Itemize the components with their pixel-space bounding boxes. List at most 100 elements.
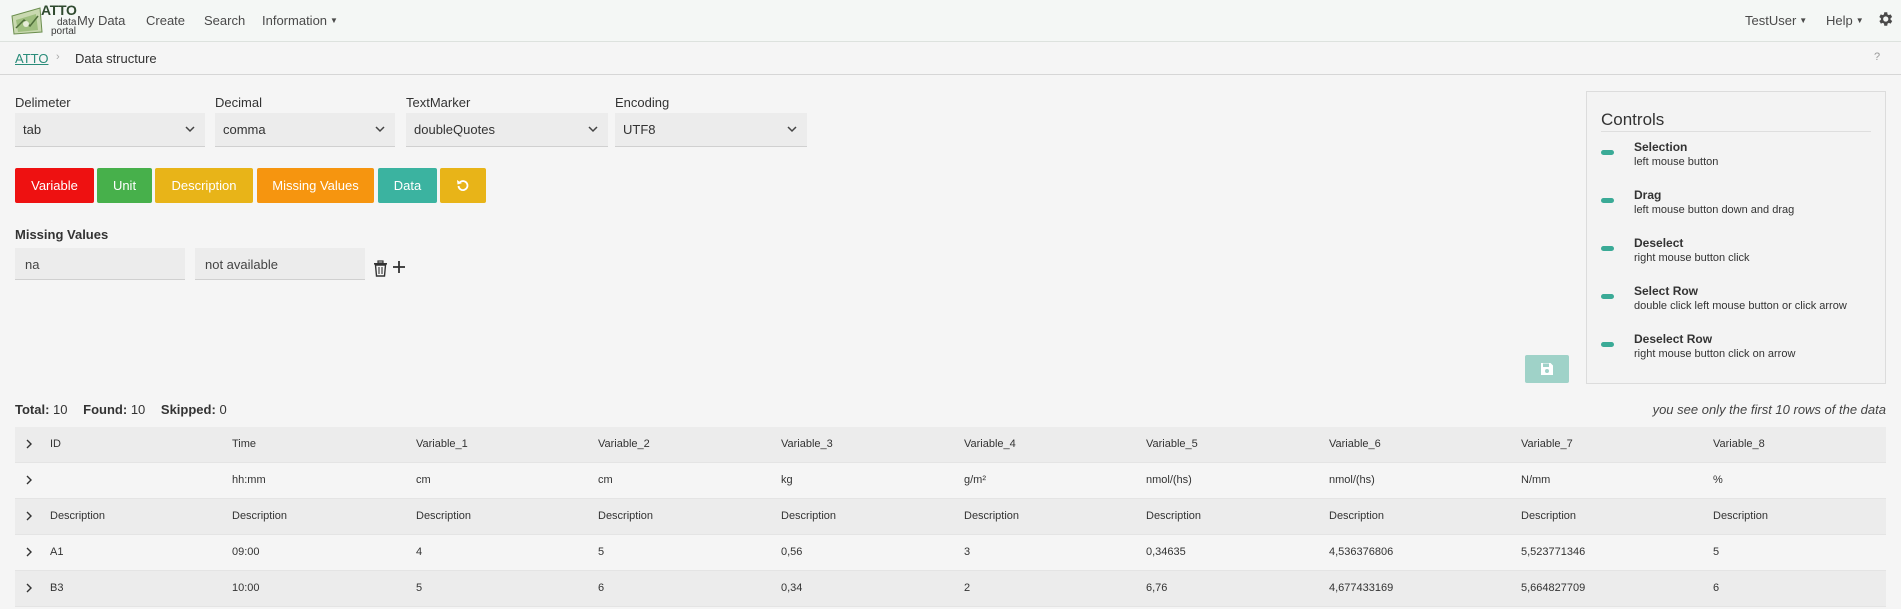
table-cell[interactable]: Variable_4 <box>964 438 1016 450</box>
breadcrumb-root-link[interactable]: ATTO <box>15 51 48 66</box>
table-cell[interactable]: 5 <box>416 582 422 594</box>
table-cell[interactable]: Description <box>598 510 653 522</box>
table-cell[interactable]: 6 <box>598 582 604 594</box>
table-row[interactable]: B3 10:00 5 6 0,34 2 6,76 4,677433169 5,6… <box>15 571 1886 607</box>
breadcrumb-current: Data structure <box>75 51 157 66</box>
chevron-right-icon[interactable] <box>25 475 33 485</box>
table-cell[interactable]: % <box>1713 474 1723 486</box>
missing-value-code-input[interactable]: na <box>15 248 185 280</box>
save-button[interactable] <box>1525 355 1569 383</box>
missing-value-description-input[interactable]: not available <box>195 248 365 280</box>
table-cell[interactable]: 0,34 <box>781 582 802 594</box>
table-cell[interactable]: Description <box>1713 510 1768 522</box>
table-cell[interactable]: ID <box>50 438 61 450</box>
nav-information-label: Information <box>262 13 328 28</box>
table-cell[interactable]: Description <box>1329 510 1384 522</box>
table-cell[interactable]: 6 <box>1713 582 1719 594</box>
variable-button[interactable]: Variable <box>15 168 94 203</box>
chevron-right-icon[interactable] <box>25 583 33 593</box>
toggle-indicator-icon <box>1601 150 1614 155</box>
description-button[interactable]: Description <box>155 168 253 203</box>
table-cell[interactable]: Description <box>1146 510 1201 522</box>
total-label: Total: <box>15 402 50 417</box>
chevron-right-icon[interactable] <box>25 547 33 557</box>
table-cell[interactable]: Description <box>1521 510 1576 522</box>
table-cell[interactable]: Variable_1 <box>416 438 468 450</box>
table-cell[interactable]: 5 <box>1713 546 1719 558</box>
chevron-down-icon <box>185 126 195 133</box>
table-cell[interactable]: Description <box>964 510 1019 522</box>
nav-help-menu[interactable]: Help ▼ <box>1826 13 1864 28</box>
table-cell[interactable]: cm <box>598 474 613 486</box>
table-row[interactable]: Description Description Description Desc… <box>15 499 1886 535</box>
found-value: 10 <box>130 402 146 417</box>
table-cell[interactable]: Variable_3 <box>781 438 833 450</box>
table-cell[interactable]: 5,664827709 <box>1521 582 1585 594</box>
table-cell[interactable]: Variable_6 <box>1329 438 1381 450</box>
plus-icon[interactable] <box>391 259 407 275</box>
table-cell[interactable]: nmol/(hs) <box>1329 474 1375 486</box>
table-cell[interactable]: Variable_2 <box>598 438 650 450</box>
found-label: Found: <box>83 402 128 417</box>
encoding-value: UTF8 <box>623 122 656 137</box>
nav-user-menu[interactable]: TestUser ▼ <box>1745 13 1807 28</box>
table-cell[interactable]: cm <box>416 474 431 486</box>
table-cell[interactable]: Time <box>232 438 256 450</box>
table-cell[interactable]: hh:mm <box>232 474 266 486</box>
table-cell[interactable]: B3 <box>50 582 63 594</box>
table-cell[interactable]: 4 <box>416 546 422 558</box>
table-cell[interactable]: Variable_8 <box>1713 438 1765 450</box>
help-button[interactable]: ? <box>1874 51 1880 63</box>
textmarker-select[interactable]: doubleQuotes <box>406 113 608 147</box>
chevron-down-icon <box>588 126 598 133</box>
table-cell[interactable]: 5 <box>598 546 604 558</box>
table-row[interactable]: A1 09:00 4 5 0,56 3 0,34635 4,536376806 … <box>15 535 1886 571</box>
table-cell[interactable]: 0,56 <box>781 546 802 558</box>
nav-create[interactable]: Create <box>146 13 185 28</box>
table-cell[interactable]: 4,536376806 <box>1329 546 1393 558</box>
table-cell[interactable]: 4,677433169 <box>1329 582 1393 594</box>
chevron-right-icon[interactable] <box>25 511 33 521</box>
nav-my-data[interactable]: My Data <box>77 13 125 28</box>
table-cell[interactable]: 09:00 <box>232 546 260 558</box>
table-cell[interactable]: Variable_7 <box>1521 438 1573 450</box>
table-cell[interactable]: 5,523771346 <box>1521 546 1585 558</box>
textmarker-value: doubleQuotes <box>414 122 495 137</box>
table-cell[interactable]: kg <box>781 474 793 486</box>
table-cell[interactable]: 0,34635 <box>1146 546 1186 558</box>
gear-icon[interactable] <box>1876 10 1894 28</box>
atto-logo[interactable]: ATTO data portal <box>10 2 77 38</box>
chevron-right-icon[interactable] <box>25 439 33 449</box>
encoding-select[interactable]: UTF8 <box>615 113 807 147</box>
data-button[interactable]: Data <box>378 168 437 203</box>
nav-search[interactable]: Search <box>204 13 245 28</box>
table-cell[interactable]: A1 <box>50 546 63 558</box>
parse-stats: Total: 10 Found: 10 Skipped: 0 <box>15 402 227 417</box>
missing-values-button[interactable]: Missing Values <box>257 168 374 203</box>
trash-icon[interactable] <box>373 260 388 277</box>
control-name: Deselect Row <box>1634 332 1713 346</box>
table-cell[interactable]: 3 <box>964 546 970 558</box>
table-cell[interactable]: nmol/(hs) <box>1146 474 1192 486</box>
control-name: Drag <box>1634 188 1662 202</box>
table-cell[interactable]: Description <box>232 510 287 522</box>
table-cell[interactable]: Variable_5 <box>1146 438 1198 450</box>
table-cell[interactable]: 2 <box>964 582 970 594</box>
table-cell[interactable]: Description <box>50 510 105 522</box>
table-row[interactable]: hh:mm cm cm kg g/m² nmol/(hs) nmol/(hs) … <box>15 463 1886 499</box>
reset-button[interactable] <box>440 168 486 203</box>
table-row[interactable]: ID Time Variable_1 Variable_2 Variable_3… <box>15 427 1886 463</box>
control-name: Select Row <box>1634 284 1699 298</box>
table-cell[interactable]: Description <box>781 510 836 522</box>
nav-information[interactable]: Information ▼ <box>262 13 338 28</box>
unit-button[interactable]: Unit <box>97 168 152 203</box>
delimiter-select[interactable]: tab <box>15 113 205 147</box>
control-desc: left mouse button down and drag <box>1634 204 1795 216</box>
decimal-select[interactable]: comma <box>215 113 395 147</box>
table-cell[interactable]: g/m² <box>964 474 986 486</box>
nav-user-label: TestUser <box>1745 13 1797 28</box>
table-cell[interactable]: N/mm <box>1521 474 1550 486</box>
table-cell[interactable]: 10:00 <box>232 582 260 594</box>
table-cell[interactable]: Description <box>416 510 471 522</box>
table-cell[interactable]: 6,76 <box>1146 582 1167 594</box>
